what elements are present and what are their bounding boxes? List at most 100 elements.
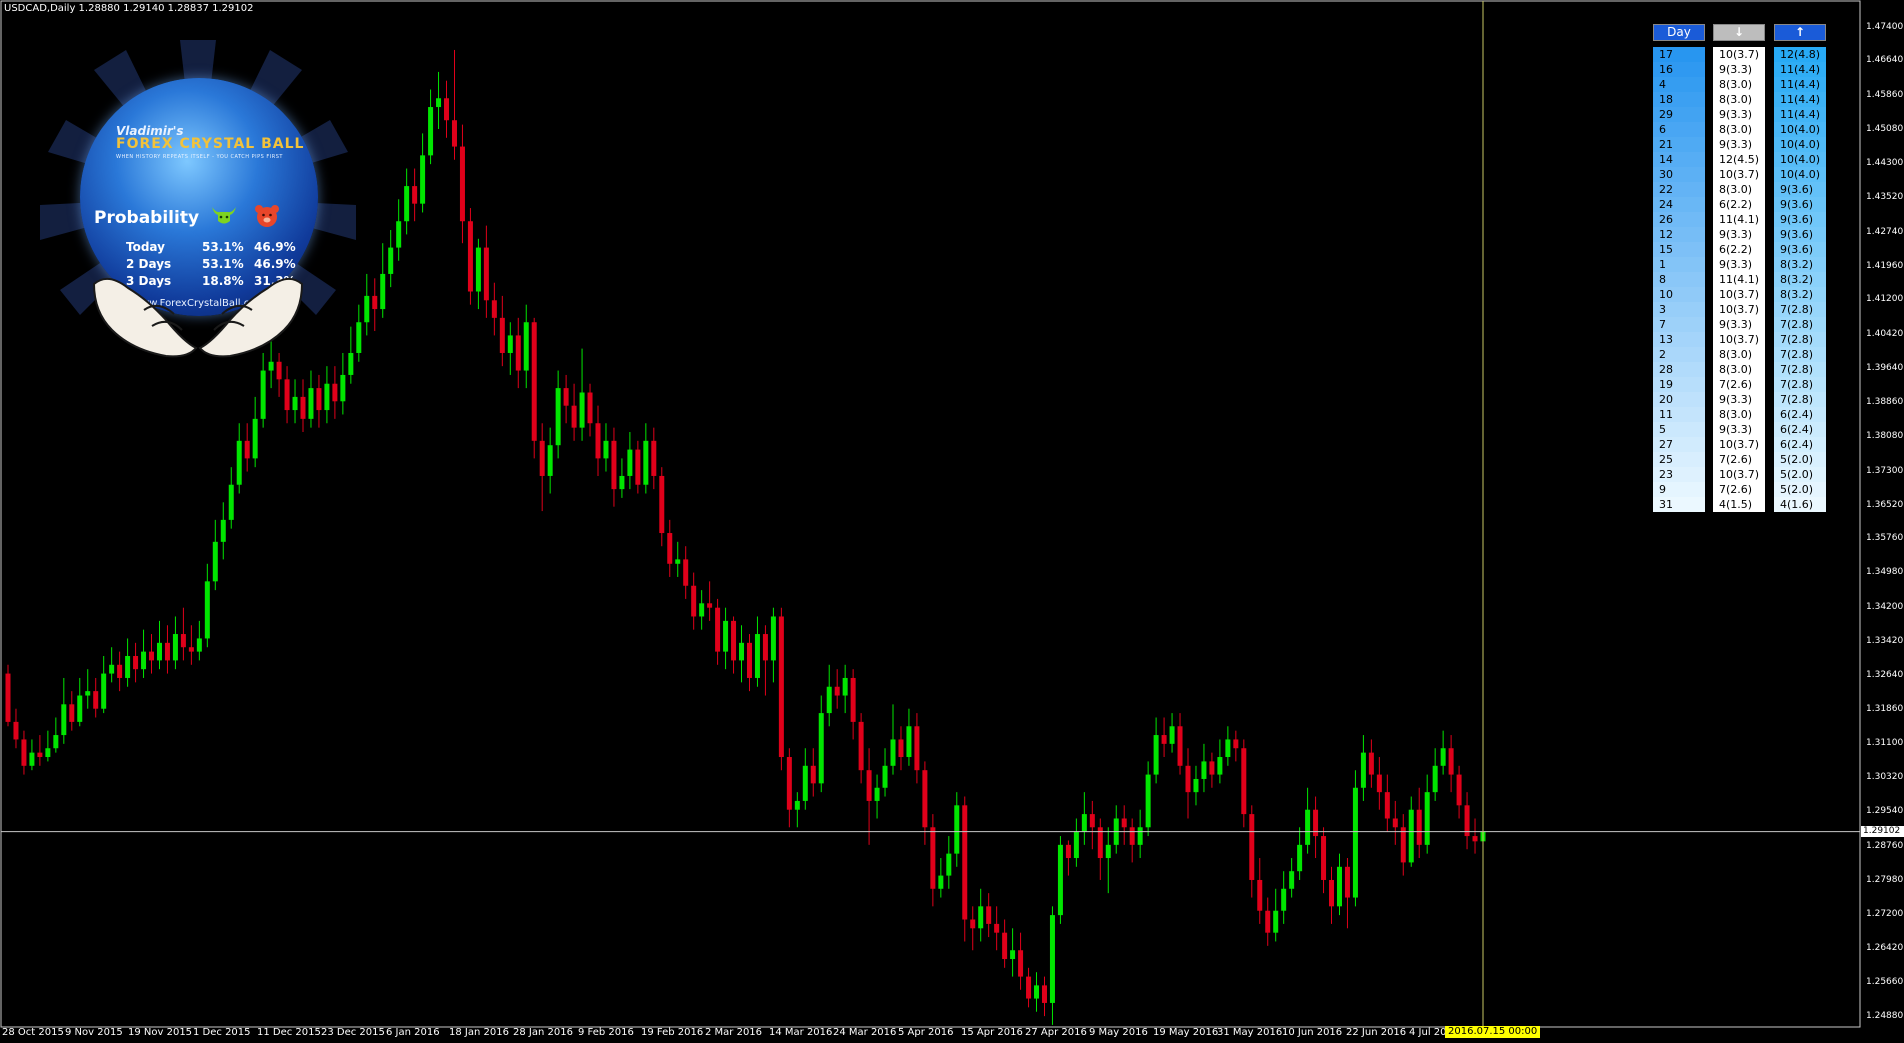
down-cell: 9(3.3) [1713,392,1765,407]
candle [244,423,250,472]
up-cell: 7(2.8) [1774,377,1826,392]
down-header[interactable]: ↓ [1713,24,1765,41]
candle-body [675,559,681,564]
candle-body [1384,792,1390,819]
candle-body [946,853,952,876]
candle-body [986,906,992,924]
candle [164,625,170,674]
candle [475,238,481,310]
candle [1297,827,1303,880]
candle-body [1241,748,1247,815]
candle [1313,796,1319,859]
candle [818,695,824,793]
candle-body [444,98,450,121]
candle-body [180,634,186,648]
price-tick-label: 1.28760 [1866,840,1904,851]
price-tick-label: 1.41200 [1866,294,1904,305]
day-cell: 22 [1653,182,1705,197]
down-cell: 8(3.0) [1713,77,1765,92]
up-header[interactable]: ↑ [1774,24,1826,41]
day-column: 17 16 4 18 29 6 21 14 30 22 24 26 12 15 1 8 10 3 7 13 2 28 19 2… [1653,47,1705,512]
candle-body [1089,814,1095,828]
candle [1321,827,1327,894]
date-tick-label: 9 Nov 2015 [65,1027,123,1038]
candle-body [1065,844,1071,859]
candle-body [483,247,489,301]
crystal-ball-widget[interactable]: Vladimir's FOREX CRYSTAL BALL WHEN HISTO… [30,40,360,370]
candle [292,379,298,424]
up-cell: 6(2.4) [1774,422,1826,437]
candle-body [133,656,139,670]
down-cell: 7(2.6) [1713,482,1765,497]
candle-body [1121,818,1127,828]
candle [842,664,848,714]
candle [1113,805,1119,854]
candle [802,748,808,810]
current-time-tag: 2016.07.15 00:00 [1445,1026,1541,1038]
candle [691,572,697,630]
candle-body [220,519,226,542]
candle-body [1034,985,1040,999]
date-tick-label: 28 Jan 2016 [513,1027,573,1038]
candle-body [1265,910,1271,933]
date-tick-label: 19 May 2016 [1153,1027,1219,1038]
candle-body [156,642,162,661]
candle [1137,809,1143,859]
candle [467,208,473,305]
day-cell: 16 [1653,62,1705,77]
candle [683,546,689,599]
candle [978,888,984,942]
candle [1073,818,1079,867]
price-tick-label: 1.29540 [1866,806,1904,817]
candle-body [563,388,569,406]
candle-body [1432,765,1438,793]
candle [946,836,952,889]
candle-body [507,335,513,353]
candle [212,519,218,591]
candle-body [731,620,737,661]
down-cell: 10(3.7) [1713,332,1765,347]
candle-body [29,752,35,766]
day-cell: 15 [1653,242,1705,257]
candle-body [53,735,59,749]
up-cell: 11(4.4) [1774,62,1826,77]
candle [1002,919,1008,968]
candle-body [938,875,944,889]
candle [715,598,721,665]
up-cell: 10(4.0) [1774,152,1826,167]
down-cell: 10(3.7) [1713,287,1765,302]
candle [906,708,912,766]
candle [69,691,75,731]
candle [252,396,258,468]
candle-body [683,559,689,586]
candle-body [1257,879,1263,911]
day-cell: 9 [1653,482,1705,497]
down-cell: 8(3.0) [1713,92,1765,107]
candle [141,629,147,678]
candle-body [699,603,705,617]
candle [643,423,649,494]
candle-body [1297,844,1303,872]
candle [754,616,760,687]
candle-body [539,440,545,476]
price-tick-label: 1.31860 [1866,704,1904,715]
candle [898,726,904,771]
candle [635,440,641,494]
day-header[interactable]: Day [1653,24,1705,41]
candle [826,664,832,727]
candle-body [252,418,258,459]
candle [1201,743,1207,793]
candle [1010,928,1016,977]
candle-body [930,827,936,889]
candle [1018,932,1024,990]
day-cell: 10 [1653,287,1705,302]
candle-body [818,713,824,784]
ball-tagline: WHEN HISTORY REPEATS ITSELF - YOU CATCH … [116,154,283,160]
date-tick-label: 14 Mar 2016 [769,1027,833,1038]
candle [1233,730,1239,762]
candle-body [1026,976,1032,999]
candle [1265,897,1271,946]
candle [563,374,569,424]
candle [1081,792,1087,845]
day-cell: 17 [1653,47,1705,62]
